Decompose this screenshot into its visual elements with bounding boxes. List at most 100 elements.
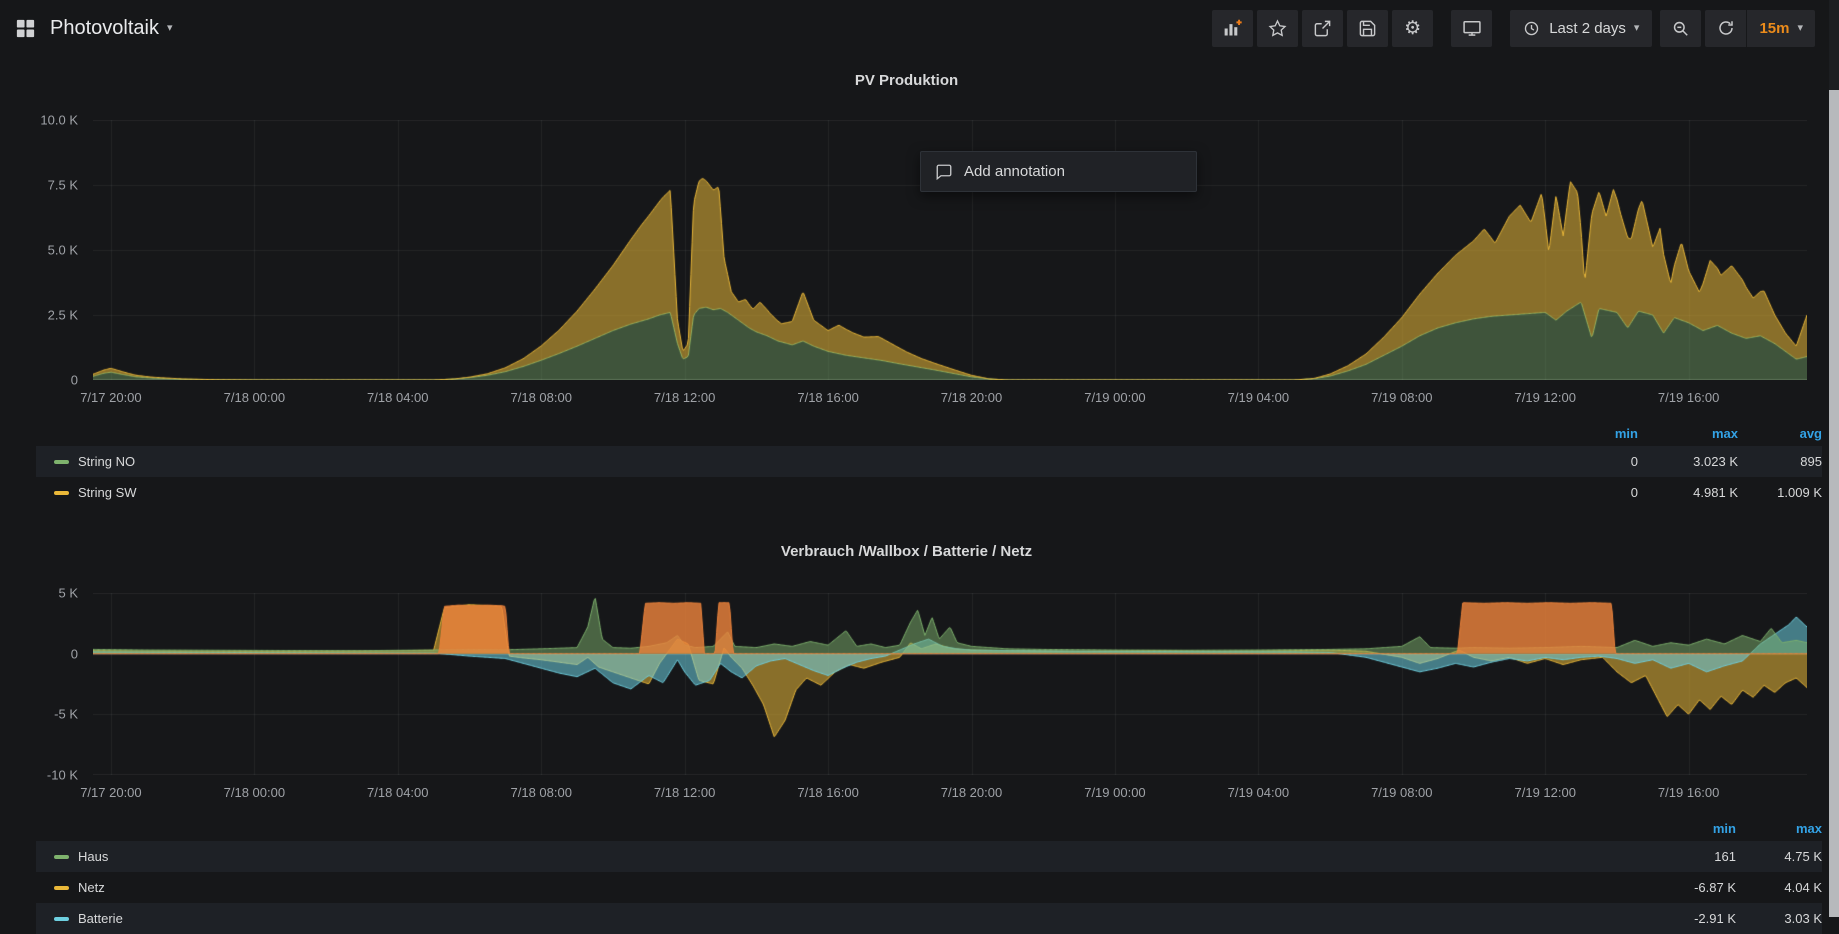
legend-row-string-no[interactable]: String NO 03.023 K895 — [36, 446, 1822, 477]
zoom-out-button[interactable] — [1660, 10, 1701, 47]
x-tick-label: 7/17 20:00 — [80, 785, 141, 800]
pv-x-axis: 7/17 20:007/18 00:007/18 04:007/18 08:00… — [93, 390, 1807, 407]
verbrauch-chart[interactable] — [93, 593, 1807, 775]
legend-value-max: 4.981 K — [1638, 485, 1738, 500]
add-panel-button[interactable] — [1212, 10, 1253, 47]
panel-title-pv-produktion[interactable]: PV Produktion — [0, 72, 1813, 89]
pv-y-axis: 02.5 K5.0 K7.5 K10.0 K — [0, 120, 86, 380]
series-color-dash[interactable] — [54, 460, 69, 464]
star-button[interactable] — [1257, 10, 1298, 47]
dashboard-picker[interactable]: Photovoltaik ▾ — [14, 17, 173, 40]
x-tick-label: 7/18 20:00 — [941, 785, 1002, 800]
x-tick-label: 7/18 04:00 — [367, 785, 428, 800]
series-name[interactable]: String SW — [78, 485, 137, 500]
kiosk-mode-button[interactable] — [1451, 10, 1492, 47]
legend-value-max: 3.023 K — [1638, 454, 1738, 469]
series-name[interactable]: Batterie — [78, 911, 123, 926]
x-tick-label: 7/18 16:00 — [797, 390, 858, 405]
y-tick-label: 5.0 K — [48, 243, 78, 258]
save-icon — [1358, 19, 1377, 38]
y-tick-label: 0 — [71, 373, 78, 388]
x-tick-label: 7/19 16:00 — [1658, 785, 1719, 800]
verbrauch-legend: minmaxHaus1614.75 KNetz-6.87 K4.04 KBatt… — [36, 816, 1822, 934]
y-tick-label: 5 K — [58, 586, 78, 601]
dashboard-title: Photovoltaik — [50, 17, 159, 40]
legend-sort-max[interactable]: max — [1638, 426, 1738, 441]
scrollbar-thumb[interactable] — [1829, 90, 1839, 917]
series-color-dash[interactable] — [54, 917, 69, 921]
legend-header-row: minmaxavg — [36, 421, 1822, 446]
x-tick-label: 7/18 16:00 — [797, 785, 858, 800]
add-annotation-menu-item[interactable]: Add annotation — [920, 151, 1197, 192]
scrollbar[interactable] — [1829, 0, 1839, 917]
legend-value-min: 0 — [1538, 454, 1638, 469]
refresh-button[interactable] — [1705, 10, 1747, 47]
x-tick-label: 7/18 12:00 — [654, 785, 715, 800]
panel-title-verbrauch[interactable]: Verbrauch /Wallbox / Batterie / Netz — [0, 543, 1813, 560]
time-range-label: Last 2 days — [1549, 20, 1626, 37]
x-tick-label: 7/19 16:00 — [1658, 390, 1719, 405]
series-color-dash[interactable] — [54, 855, 69, 859]
legend-value-max: 3.03 K — [1736, 911, 1822, 926]
series-name[interactable]: Haus — [78, 849, 108, 864]
y-tick-label: 7.5 K — [48, 178, 78, 193]
x-tick-label: 7/19 00:00 — [1084, 390, 1145, 405]
series-name[interactable]: Netz — [78, 880, 105, 895]
tv-icon — [1462, 18, 1482, 38]
x-tick-label: 7/19 08:00 — [1371, 390, 1432, 405]
series-color-dash[interactable] — [54, 886, 69, 890]
gear-icon: ⚙ — [1404, 19, 1421, 38]
legend-value-min: 161 — [1636, 849, 1736, 864]
legend-sort-min[interactable]: min — [1538, 426, 1638, 441]
pv-legend: minmaxavgString NO03.023 K895String SW04… — [36, 421, 1822, 508]
verbrauch-x-axis: 7/17 20:007/18 00:007/18 04:007/18 08:00… — [93, 785, 1807, 802]
star-icon — [1268, 19, 1287, 38]
legend-sort-max[interactable]: max — [1736, 821, 1822, 836]
clock-icon — [1523, 20, 1540, 37]
chevron-down-icon: ▾ — [1797, 23, 1803, 34]
legend-row-batterie[interactable]: Batterie -2.91 K3.03 K — [36, 903, 1822, 934]
navbar: Photovoltaik ▾ ⚙ — [0, 0, 1829, 56]
legend-sort-avg[interactable]: avg — [1738, 426, 1822, 441]
y-tick-label: 0 — [71, 646, 78, 661]
comment-icon — [935, 163, 953, 181]
legend-row-haus[interactable]: Haus 1614.75 K — [36, 841, 1822, 872]
x-tick-label: 7/18 00:00 — [224, 785, 285, 800]
settings-button[interactable]: ⚙ — [1392, 10, 1433, 47]
x-tick-label: 7/19 08:00 — [1371, 785, 1432, 800]
y-tick-label: 10.0 K — [40, 113, 78, 128]
refresh-interval-label: 15m — [1759, 20, 1789, 37]
legend-value-avg: 895 — [1738, 454, 1822, 469]
refresh-picker: 15m ▾ — [1705, 10, 1815, 47]
time-range-picker[interactable]: Last 2 days ▾ — [1510, 10, 1652, 47]
x-tick-label: 7/19 00:00 — [1084, 785, 1145, 800]
legend-sort-min[interactable]: min — [1636, 821, 1736, 836]
zoom-out-icon — [1671, 19, 1690, 38]
add-panel-icon — [1222, 18, 1243, 39]
legend-header-row: minmax — [36, 816, 1822, 841]
x-tick-label: 7/18 12:00 — [654, 390, 715, 405]
refresh-interval-button[interactable]: 15m ▾ — [1747, 10, 1815, 47]
verbrauch-y-axis: 5 K0-5 K-10 K — [0, 593, 86, 775]
x-tick-label: 7/19 12:00 — [1515, 785, 1576, 800]
legend-value-min: -2.91 K — [1636, 911, 1736, 926]
x-tick-label: 7/19 04:00 — [1228, 785, 1289, 800]
legend-value-max: 4.75 K — [1736, 849, 1822, 864]
y-tick-label: 2.5 K — [48, 308, 78, 323]
x-tick-label: 7/18 08:00 — [510, 390, 571, 405]
legend-row-netz[interactable]: Netz-6.87 K4.04 K — [36, 872, 1822, 903]
x-tick-label: 7/19 12:00 — [1515, 390, 1576, 405]
x-tick-label: 7/18 04:00 — [367, 390, 428, 405]
share-button[interactable] — [1302, 10, 1343, 47]
grafana-dashboard: { "navbar": { "title": "Photovoltaik", "… — [0, 0, 1839, 917]
chevron-down-icon: ▾ — [167, 23, 173, 34]
save-button[interactable] — [1347, 10, 1388, 47]
y-tick-label: -5 K — [54, 707, 78, 722]
x-tick-label: 7/17 20:00 — [80, 390, 141, 405]
series-color-dash[interactable] — [54, 491, 69, 495]
legend-row-string-sw[interactable]: String SW04.981 K1.009 K — [36, 477, 1822, 508]
apps-grid-icon — [14, 17, 37, 40]
legend-value-min: 0 — [1538, 485, 1638, 500]
x-tick-label: 7/18 08:00 — [510, 785, 571, 800]
series-name[interactable]: String NO — [78, 454, 135, 469]
